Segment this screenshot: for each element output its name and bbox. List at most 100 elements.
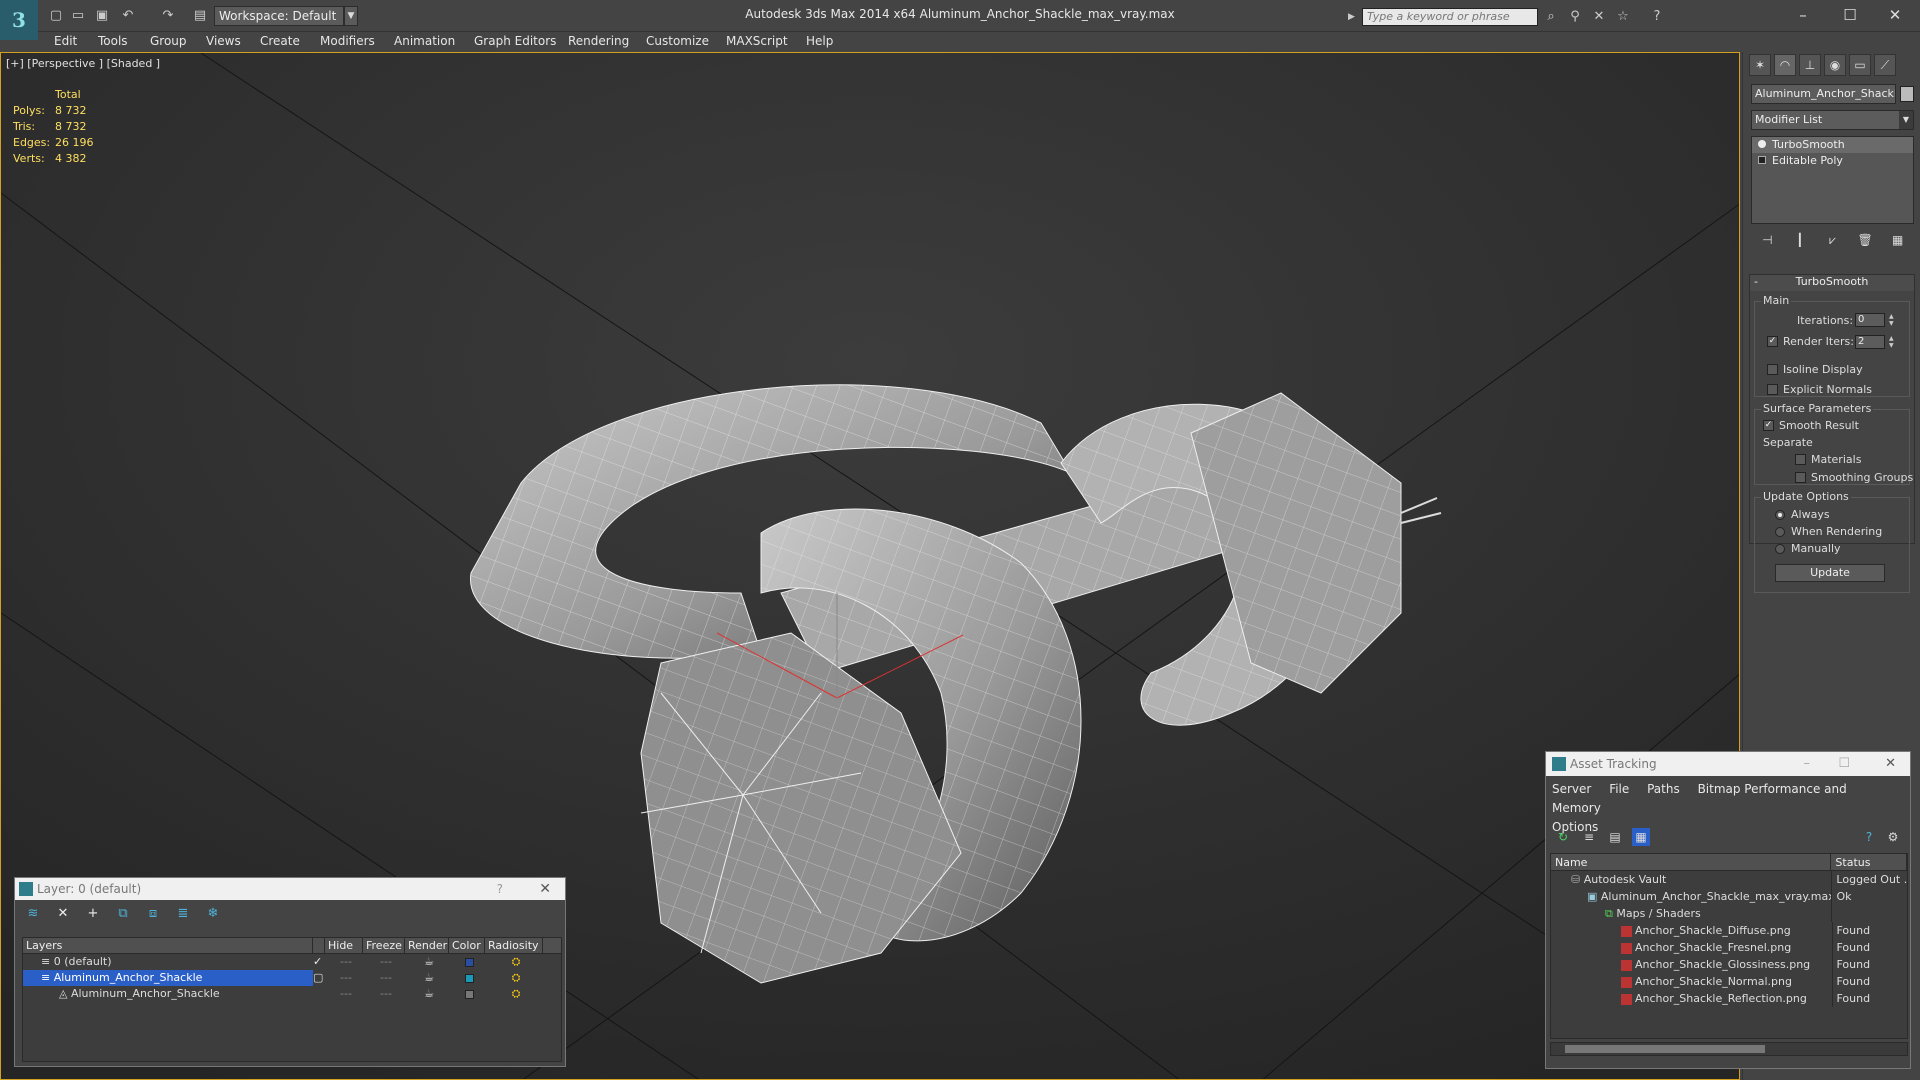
expand-icon[interactable] bbox=[1758, 156, 1766, 164]
delete-layer-icon[interactable]: ✕ bbox=[53, 904, 73, 924]
render-teapot-icon[interactable]: ☕ bbox=[407, 986, 451, 1002]
minimize-button[interactable]: – bbox=[1788, 4, 1818, 26]
col-name[interactable]: Name bbox=[1551, 854, 1832, 870]
help-icon[interactable]: ? bbox=[1860, 828, 1878, 846]
asset-menu-file[interactable]: File bbox=[1609, 782, 1629, 796]
layer-window-titlebar[interactable]: Layer: 0 (default) ? ✕ bbox=[15, 878, 565, 900]
menu-animation[interactable]: Animation bbox=[394, 34, 455, 48]
lightbulb-icon[interactable] bbox=[1758, 140, 1766, 148]
asset-row[interactable]: ▣ Aluminum_Anchor_Shackle_max_vray.max Ok bbox=[1551, 888, 1907, 905]
hide-unhide-all-icon[interactable]: ≣ bbox=[173, 904, 193, 924]
chevron-right-icon[interactable]: ▶ bbox=[1348, 8, 1360, 26]
smoothing-groups-checkbox[interactable] bbox=[1795, 472, 1806, 483]
render-teapot-icon[interactable]: ☕ bbox=[407, 970, 451, 986]
freeze-toggle[interactable]: --- bbox=[365, 970, 407, 986]
freeze-unfreeze-all-icon[interactable]: ❄ bbox=[203, 904, 223, 924]
radiosity-icon[interactable]: ⛭ bbox=[487, 954, 545, 970]
pin-stack-icon[interactable]: ⊣ bbox=[1757, 230, 1777, 250]
make-unique-icon[interactable]: ⩗ bbox=[1822, 230, 1842, 250]
render-iters-checkbox[interactable]: ✓ bbox=[1767, 336, 1778, 347]
asset-menu-bitmap[interactable]: Bitmap Performance and Memory bbox=[1552, 782, 1847, 815]
maximize-button[interactable]: ☐ bbox=[1835, 4, 1865, 26]
favorites-star-icon[interactable]: ☆ bbox=[1614, 8, 1632, 26]
asset-window-titlebar[interactable]: Asset Tracking – ☐ ✕ bbox=[1546, 752, 1910, 776]
select-objects-icon[interactable]: ⧉ bbox=[113, 904, 133, 924]
menu-rendering[interactable]: Rendering bbox=[568, 34, 629, 48]
horizontal-scrollbar[interactable] bbox=[1550, 1042, 1908, 1056]
subscription-icon[interactable]: ⚲ bbox=[1566, 8, 1584, 26]
layer-color-swatch[interactable] bbox=[451, 954, 487, 970]
active-layer-check-icon[interactable]: ✓ bbox=[313, 954, 327, 970]
scrollbar-thumb[interactable] bbox=[1565, 1045, 1765, 1053]
asset-row[interactable]: Anchor_Shackle_Glossiness.png Found bbox=[1551, 956, 1907, 973]
table-view-icon[interactable]: ▦ bbox=[1632, 828, 1650, 846]
menu-help[interactable]: Help bbox=[806, 34, 833, 48]
asset-row[interactable]: Anchor_Shackle_Diffuse.png Found bbox=[1551, 922, 1907, 939]
display-tab-icon[interactable]: ▭ bbox=[1849, 54, 1871, 76]
col-render[interactable]: Render bbox=[405, 938, 449, 953]
freeze-toggle[interactable]: --- bbox=[365, 954, 407, 970]
asset-row[interactable]: ⧉ Maps / Shaders bbox=[1551, 905, 1907, 922]
menu-graph-editors[interactable]: Graph Editors bbox=[474, 34, 556, 48]
highlight-selected-icon[interactable]: ⧈ bbox=[143, 904, 163, 924]
col-freeze[interactable]: Freeze bbox=[363, 938, 405, 953]
utilities-tab-icon[interactable]: ⟋ bbox=[1874, 54, 1896, 76]
settings-icon[interactable]: ⚙ bbox=[1884, 828, 1902, 846]
help-icon[interactable]: ? bbox=[1648, 8, 1666, 26]
layer-color-swatch[interactable] bbox=[451, 970, 487, 986]
menu-tools[interactable]: Tools bbox=[98, 34, 128, 48]
radiosity-icon[interactable]: ⛭ bbox=[487, 970, 545, 986]
hierarchy-tab-icon[interactable]: ⊥ bbox=[1799, 54, 1821, 76]
asset-row[interactable]: Anchor_Shackle_Reflection.png Found bbox=[1551, 990, 1907, 1007]
col-layers[interactable]: Layers bbox=[23, 938, 313, 953]
viewport-label[interactable]: [+] [Perspective ] [Shaded ] bbox=[6, 57, 160, 70]
when-rendering-radio[interactable] bbox=[1775, 527, 1785, 537]
rollout-header[interactable]: - TurboSmooth bbox=[1750, 275, 1914, 291]
freeze-toggle[interactable]: --- bbox=[365, 986, 407, 1002]
create-tab-icon[interactable]: ✶ bbox=[1749, 54, 1771, 76]
maximize-button[interactable]: ☐ bbox=[1838, 752, 1850, 776]
close-button[interactable]: ✕ bbox=[1880, 4, 1910, 26]
render-iters-spinner[interactable]: 2 bbox=[1855, 335, 1885, 349]
refresh-icon[interactable]: ↻ bbox=[1554, 828, 1572, 846]
create-layer-icon[interactable]: ≋ bbox=[23, 904, 43, 924]
list-view-icon[interactable]: ≡ bbox=[1580, 828, 1598, 846]
spinner-arrows-icon[interactable]: ▲ ▼ bbox=[1889, 313, 1897, 327]
stack-item-turbosmooth[interactable]: TurboSmooth bbox=[1752, 137, 1913, 153]
asset-row[interactable]: Anchor_Shackle_Fresnel.png Found bbox=[1551, 939, 1907, 956]
col-radiosity[interactable]: Radiosity bbox=[485, 938, 543, 953]
close-icon[interactable]: ✕ bbox=[1885, 752, 1896, 776]
layer-row-selected[interactable]: ≡ Aluminum_Anchor_Shackle ▢ --- --- ☕ ⛭ bbox=[23, 970, 561, 986]
menu-modifiers[interactable]: Modifiers bbox=[320, 34, 375, 48]
layer-row[interactable]: ≡ 0 (default) ✓ --- --- ☕ ⛭ bbox=[23, 954, 561, 970]
col-color[interactable]: Color bbox=[449, 938, 485, 953]
asset-row[interactable]: Anchor_Shackle_Normal.png Found bbox=[1551, 973, 1907, 990]
stack-item-editable-poly[interactable]: Editable Poly bbox=[1752, 153, 1913, 169]
close-icon[interactable]: ✕ bbox=[539, 878, 551, 900]
binoculars-icon[interactable]: ⌕ bbox=[1542, 8, 1560, 26]
asset-menu-server[interactable]: Server bbox=[1552, 782, 1591, 796]
object-color-swatch[interactable] bbox=[1900, 86, 1914, 102]
motion-tab-icon[interactable]: ◉ bbox=[1824, 54, 1846, 76]
render-teapot-icon[interactable]: ☕ bbox=[407, 954, 451, 970]
manually-radio[interactable] bbox=[1775, 544, 1785, 554]
materials-checkbox[interactable] bbox=[1795, 454, 1806, 465]
isoline-display-checkbox[interactable] bbox=[1767, 364, 1778, 375]
always-radio[interactable] bbox=[1775, 510, 1785, 520]
menu-customize[interactable]: Customize bbox=[646, 34, 709, 48]
add-to-layer-icon[interactable]: + bbox=[83, 904, 103, 924]
modify-tab-icon[interactable]: ◠ bbox=[1774, 54, 1796, 76]
active-layer-box[interactable]: ▢ bbox=[313, 970, 327, 986]
help-button[interactable]: ? bbox=[497, 878, 503, 900]
thumbnail-view-icon[interactable]: ▤ bbox=[1606, 828, 1624, 846]
menu-maxscript[interactable]: MAXScript bbox=[726, 34, 788, 48]
spinner-arrows-icon[interactable]: ▲ ▼ bbox=[1889, 335, 1897, 349]
communication-icon[interactable]: ✕ bbox=[1590, 8, 1608, 26]
asset-row[interactable]: ⛁ Autodesk Vault Logged Out ... bbox=[1551, 871, 1907, 888]
col-hide[interactable]: Hide bbox=[325, 938, 363, 953]
layer-object-row[interactable]: ◬ Aluminum_Anchor_Shackle --- --- ☕ ⛭ bbox=[23, 986, 561, 1002]
remove-modifier-icon[interactable]: 🗑 bbox=[1855, 230, 1875, 250]
smooth-result-checkbox[interactable]: ✓ bbox=[1763, 420, 1774, 431]
modifier-list-dropdown[interactable]: Modifier List ▼ bbox=[1751, 110, 1914, 130]
object-name-field[interactable]: Aluminum_Anchor_Shackle bbox=[1751, 84, 1896, 104]
